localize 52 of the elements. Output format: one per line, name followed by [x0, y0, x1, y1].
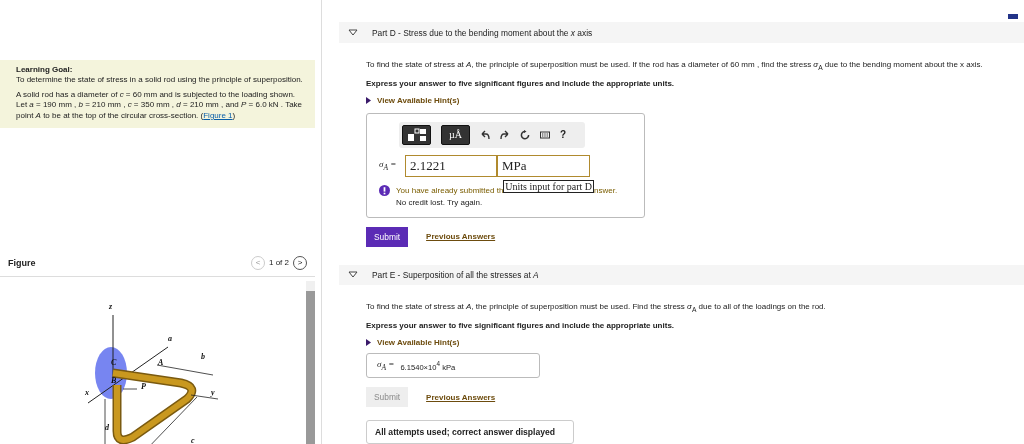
part-title: Part E - Superposition of all the stresses at A [372, 270, 539, 281]
keyboard-icon[interactable] [540, 129, 550, 140]
previous-answers-link[interactable]: Previous Answers [426, 392, 496, 402]
expand-triangle-icon [366, 339, 371, 346]
part-header[interactable]: Part D - Stress due to the bending moment about the x axis [339, 22, 1024, 43]
problem-text: A solid rod has a diameter of c = 60 mm and is subjected to the loading shown. Let a = 190 mm , b = 210 mm , c = 350 mm , d = 210 mm , and P = 6.0 kN . Take point A to be at the top of the circular cross-section. (Figure 1) [16, 89, 304, 121]
units-field[interactable]: MPa [497, 154, 590, 177]
tooltip: Units input for part D [503, 179, 594, 193]
previous-answers-link[interactable]: Previous Answers [426, 232, 496, 242]
help-button[interactable]: ? [560, 129, 567, 141]
question-text: To find the state of stress at A, the principle of superposition must be used. If the rod has a diameter of 60 mm , find the stress σ$_{A}$ due to the bending moment about the x axis. [366, 59, 984, 72]
figure-label: P [141, 381, 146, 391]
figure-label: y [211, 387, 215, 397]
expand-triangle-icon [366, 96, 371, 104]
templates-button[interactable] [402, 124, 431, 145]
figure-counter: 1 of 2 [269, 258, 289, 268]
warning-icon [379, 184, 390, 196]
variable-label: σ$_{A}$ = [377, 359, 395, 372]
goal-title: Learning Goal: [16, 65, 74, 76]
instruction-text: Express your answer to five significant figures and include the appropriate units. [366, 321, 676, 330]
reset-icon[interactable] [520, 129, 530, 140]
figure-label: c [191, 435, 195, 444]
figure-label: a [168, 333, 172, 343]
figure-link[interactable]: Figure 1 [203, 110, 233, 120]
hints-link[interactable]: View Available Hint(s) [377, 338, 460, 347]
figure-label: d [105, 422, 109, 432]
next-button[interactable]: > [293, 255, 307, 270]
figure-label: z [109, 301, 113, 311]
redo-icon[interactable] [500, 129, 510, 140]
submit-button[interactable]: Submit [366, 226, 409, 247]
scrollbar[interactable] [306, 280, 315, 444]
feedback-text: nswer. [594, 185, 618, 195]
part-header[interactable]: Part E - Superposition of all the stresses at A [339, 264, 1024, 286]
figure-label: A [158, 357, 164, 367]
figure-label: C [111, 357, 117, 367]
units-button[interactable]: µÅ [441, 124, 470, 145]
figure-label: b [201, 351, 205, 361]
variable-label: σ$_{A}$ = [379, 159, 398, 172]
feedback-text: You have already submitted th [396, 185, 504, 195]
badge-icon [1008, 14, 1018, 19]
goal-text: To determine the state of stress in a solid rod using the principle of superposition. [16, 75, 304, 86]
figure-label: B [111, 375, 117, 385]
figure-title: Figure [8, 257, 37, 268]
status-message: All attempts used; correct answer displayed [366, 420, 574, 444]
part-title: Part D - Stress due to the bending moment about the x axis [372, 27, 593, 38]
value-field[interactable]: 2.1221 [405, 154, 497, 177]
hints-link[interactable]: View Available Hint(s) [377, 95, 460, 105]
question-text: To find the state of stress at A, the principle of superposition must be used. Find the stress σ$_{A}$ due to all of the loadings on the rod. [366, 302, 827, 314]
figure-label: x [85, 387, 89, 397]
undo-icon[interactable] [480, 129, 490, 140]
feedback-text: No credit lost. Try again. [396, 197, 484, 207]
instruction-text: Express your answer to five significant figures and include the appropriate units. [366, 78, 676, 88]
